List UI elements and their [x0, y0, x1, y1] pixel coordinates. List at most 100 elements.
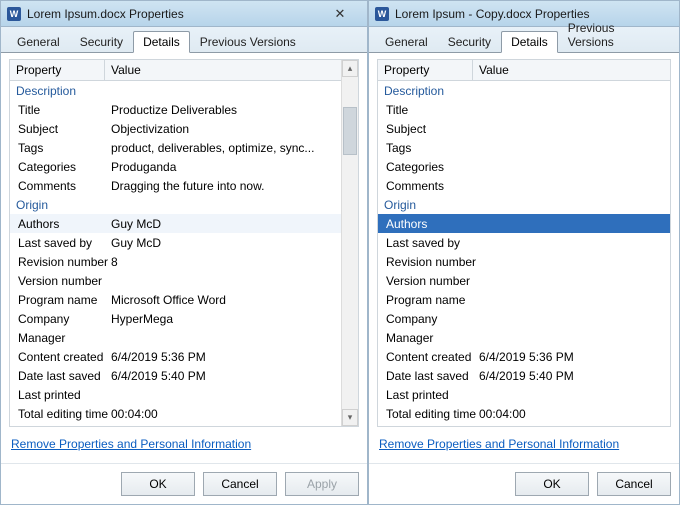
- property-value: Dragging the future into now.: [105, 179, 341, 193]
- property-name: Manager: [378, 331, 473, 345]
- property-row[interactable]: Date last saved6/4/2019 5:40 PM: [10, 366, 341, 385]
- property-row[interactable]: Tags: [378, 138, 670, 157]
- property-name: Last printed: [10, 388, 105, 402]
- cancel-button[interactable]: Cancel: [203, 472, 277, 496]
- header-value: Value: [105, 60, 341, 80]
- property-row[interactable]: Manager: [10, 328, 341, 347]
- property-row[interactable]: Content created6/4/2019 5:36 PM: [378, 347, 670, 366]
- tab-security[interactable]: Security: [438, 31, 501, 52]
- property-value: 00:04:00: [473, 407, 670, 421]
- remove-properties-link[interactable]: Remove Properties and Personal Informati…: [379, 437, 619, 451]
- property-row[interactable]: TitleProductize Deliverables: [10, 100, 341, 119]
- property-name: Version number: [378, 274, 473, 288]
- property-row[interactable]: CategoriesProduganda: [10, 157, 341, 176]
- property-row[interactable]: Last saved by: [378, 233, 670, 252]
- group-label: Origin: [10, 198, 105, 212]
- property-row[interactable]: AuthorsGuy McD: [10, 214, 341, 233]
- ok-button[interactable]: OK: [515, 472, 589, 496]
- property-row[interactable]: Program nameMicrosoft Office Word: [10, 290, 341, 309]
- property-grid: Property Value Description Title Subject Ta…: [377, 59, 671, 427]
- property-row[interactable]: Company: [378, 309, 670, 328]
- property-row[interactable]: CompanyHyperMega: [10, 309, 341, 328]
- scroll-down-icon[interactable]: ▾: [342, 409, 358, 426]
- tab-previous-versions[interactable]: Previous Versions: [558, 17, 673, 52]
- grid-rows[interactable]: DescriptionTitleProductize DeliverablesS…: [10, 81, 341, 426]
- button-row: OK Cancel Apply: [1, 463, 367, 504]
- ok-button[interactable]: OK: [121, 472, 195, 496]
- tab-security[interactable]: Security: [70, 31, 133, 52]
- tab-general[interactable]: General: [375, 31, 438, 52]
- property-name: Last saved by: [378, 236, 473, 250]
- property-value: Objectivization: [105, 122, 341, 136]
- property-row[interactable]: Subject: [378, 119, 670, 138]
- remove-properties-row: Remove Properties and Personal Informati…: [377, 427, 671, 459]
- property-row[interactable]: SubjectObjectivization: [10, 119, 341, 138]
- tab-strip: General Security Details Previous Versio…: [1, 27, 367, 53]
- scroll-track[interactable]: [342, 77, 358, 409]
- group-header: Origin: [10, 195, 341, 214]
- property-row[interactable]: Comments: [378, 176, 670, 195]
- tab-details[interactable]: Details: [133, 31, 190, 53]
- property-row[interactable]: Manager: [378, 328, 670, 347]
- properties-dialog-right: W Lorem Ipsum - Copy.docx Properties Gen…: [368, 0, 680, 505]
- vertical-scrollbar[interactable]: ▴ ▾: [341, 60, 358, 426]
- property-name: Date last saved: [10, 369, 105, 383]
- property-name: Program name: [378, 293, 473, 307]
- property-name: Date last saved: [378, 369, 473, 383]
- property-value: 6/4/2019 5:40 PM: [473, 369, 670, 383]
- property-row[interactable]: Last printed: [378, 385, 670, 404]
- tab-body: Property Value Description Title Subject Ta…: [369, 53, 679, 463]
- property-row[interactable]: Title: [378, 100, 670, 119]
- property-row[interactable]: Last printed: [10, 385, 341, 404]
- cancel-button[interactable]: Cancel: [597, 472, 671, 496]
- scroll-thumb[interactable]: [343, 107, 357, 155]
- remove-properties-link[interactable]: Remove Properties and Personal Informati…: [11, 437, 251, 451]
- property-value: Guy McD: [105, 236, 341, 250]
- property-row[interactable]: Program name: [378, 290, 670, 309]
- tab-details[interactable]: Details: [501, 31, 558, 53]
- word-icon: W: [7, 7, 21, 21]
- group-header: Description: [378, 81, 670, 100]
- titlebar[interactable]: W Lorem Ipsum.docx Properties ✕: [1, 1, 367, 27]
- property-row[interactable]: Revision number: [378, 252, 670, 271]
- property-name: Comments: [378, 179, 473, 193]
- property-row[interactable]: Categories: [378, 157, 670, 176]
- property-row[interactable]: Tagsproduct, deliverables, optimize, syn…: [10, 138, 341, 157]
- property-name: Company: [378, 312, 473, 326]
- scroll-up-icon[interactable]: ▴: [342, 60, 358, 77]
- group-label: Origin: [378, 198, 473, 212]
- tab-previous-versions[interactable]: Previous Versions: [190, 31, 306, 52]
- property-name: Tags: [378, 141, 473, 155]
- apply-button[interactable]: Apply: [285, 472, 359, 496]
- property-row[interactable]: Version number: [378, 271, 670, 290]
- property-name: Company: [10, 312, 105, 326]
- property-row[interactable]: CommentsDragging the future into now.: [10, 176, 341, 195]
- button-row: OK Cancel: [369, 463, 679, 504]
- property-name: Authors: [378, 217, 473, 231]
- header-value: Value: [473, 60, 670, 80]
- property-name: Title: [378, 103, 473, 117]
- property-name: Last saved by: [10, 236, 105, 250]
- property-row[interactable]: Content created6/4/2019 5:36 PM: [10, 347, 341, 366]
- grid-header: Property Value: [378, 60, 670, 81]
- property-row[interactable]: Total editing time00:04:00: [10, 404, 341, 423]
- property-row[interactable]: Authors: [378, 214, 670, 233]
- property-name: Program name: [10, 293, 105, 307]
- property-name: Version number: [10, 274, 105, 288]
- property-row[interactable]: Version number: [10, 271, 341, 290]
- tab-general[interactable]: General: [7, 31, 70, 52]
- property-row[interactable]: Last saved byGuy McD: [10, 233, 341, 252]
- properties-dialog-left: W Lorem Ipsum.docx Properties ✕ General …: [0, 0, 368, 505]
- property-name: Comments: [10, 179, 105, 193]
- property-row[interactable]: Date last saved6/4/2019 5:40 PM: [378, 366, 670, 385]
- property-name: Total editing time: [378, 407, 473, 421]
- grid-rows[interactable]: Description Title Subject Tags Categories Com…: [378, 81, 670, 426]
- group-header: Origin: [378, 195, 670, 214]
- property-name: Categories: [378, 160, 473, 174]
- close-button[interactable]: ✕: [317, 4, 363, 24]
- tab-body: Property Value DescriptionTitleProductiz…: [1, 53, 367, 463]
- property-row[interactable]: Revision number8: [10, 252, 341, 271]
- property-name: Tags: [10, 141, 105, 155]
- group-label: Description: [378, 84, 473, 98]
- property-row[interactable]: Total editing time00:04:00: [378, 404, 670, 423]
